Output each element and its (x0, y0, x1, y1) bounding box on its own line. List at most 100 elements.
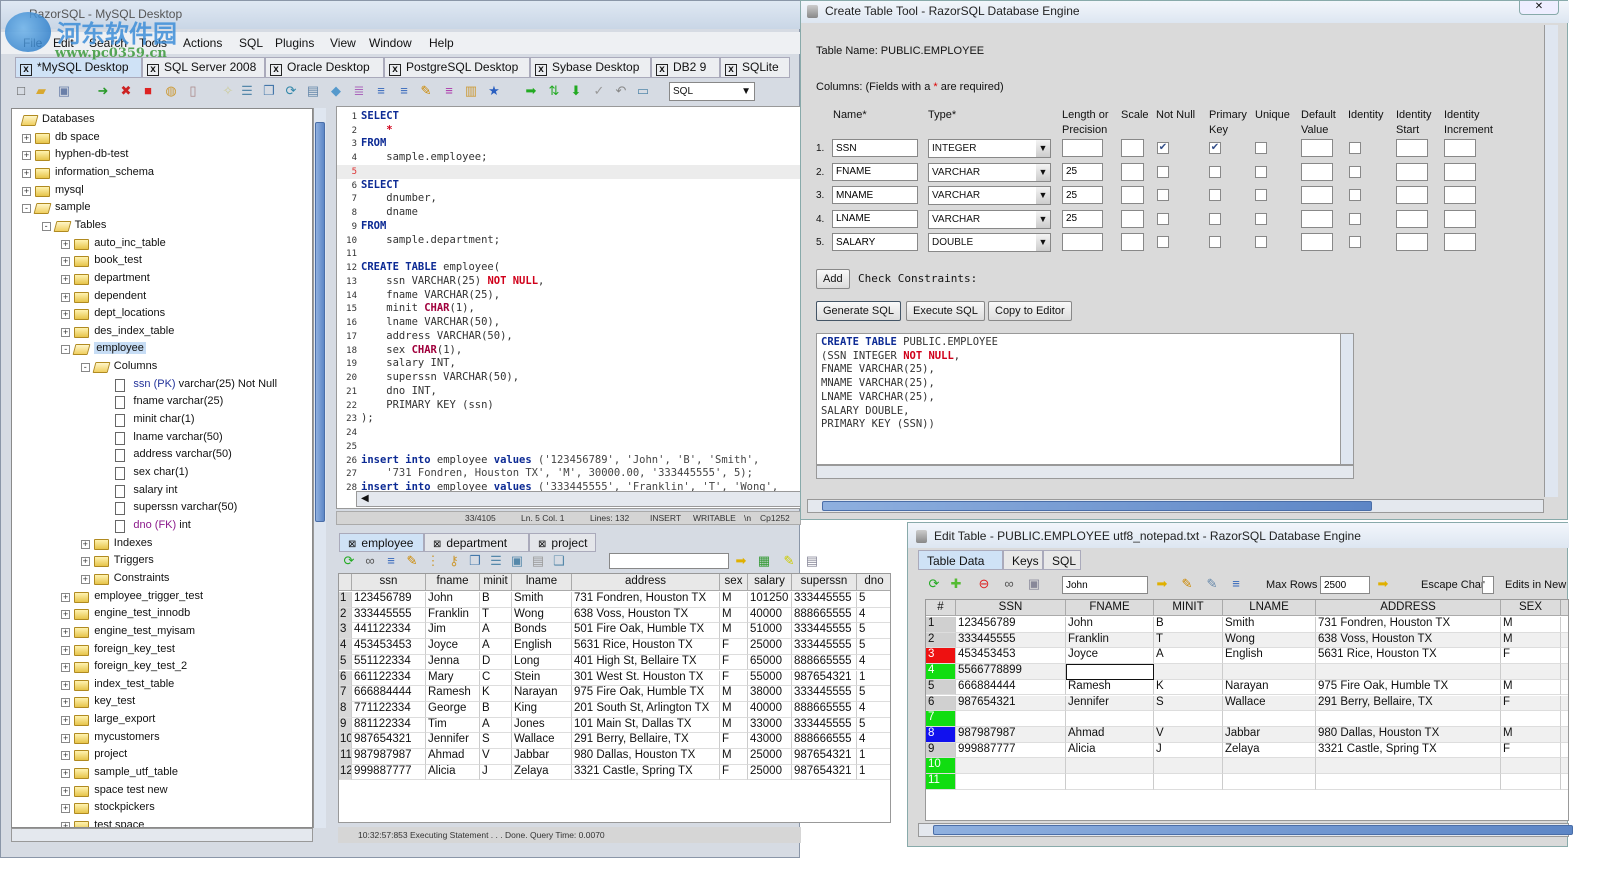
row-marker-new[interactable]: 4 (926, 664, 956, 680)
close-icon[interactable]: ✕ (1519, 1, 1559, 15)
code-line[interactable]: 27 '731 Fondren, Houston TX', 'M', 30000… (337, 467, 800, 481)
table-cell[interactable]: Smith (512, 592, 572, 608)
expand-icon[interactable]: + (61, 751, 71, 761)
tree-item[interactable]: + key_test (12, 694, 312, 711)
table-cell[interactable] (1501, 774, 1561, 790)
row-number[interactable]: 1 (339, 592, 352, 608)
close-tab-icon[interactable]: x (535, 64, 547, 76)
delete-row-icon[interactable]: ⊖ (976, 576, 992, 592)
code-line[interactable]: 12 CREATE TABLE employee( (337, 261, 800, 275)
tree-item[interactable]: + Constraints (12, 571, 312, 588)
tree-item[interactable]: - Tables (12, 218, 312, 235)
table-cell[interactable]: 25000 (748, 749, 792, 765)
align-icon[interactable]: ≡ (373, 83, 389, 99)
tree-item[interactable]: + Triggers (12, 553, 312, 570)
scale-input[interactable] (1121, 139, 1144, 157)
table-cell[interactable]: 3321 Castle, Spring TX (572, 764, 720, 781)
table-cell[interactable]: Wong (512, 607, 572, 624)
not-null-checkbox[interactable] (1157, 212, 1169, 225)
table-cell[interactable]: 333445555 (792, 686, 857, 702)
tree-item[interactable]: + des_index_table (12, 324, 312, 341)
table-cell[interactable]: Bonds (512, 623, 572, 640)
tree-item[interactable]: + hyphen-db-test (12, 147, 312, 164)
table-cell[interactable]: M (1501, 679, 1561, 696)
identity-start-input[interactable] (1396, 139, 1428, 157)
tree-item[interactable]: dno (FK) int (12, 518, 312, 535)
save-results-icon[interactable]: ▤ (804, 553, 820, 569)
table-cell[interactable]: 40000 (748, 701, 792, 718)
table-cell[interactable]: 4 (857, 608, 890, 624)
identity-checkbox[interactable] (1349, 189, 1361, 201)
table-cell[interactable]: F (720, 764, 748, 781)
column-name-input[interactable] (832, 162, 918, 181)
code-line[interactable]: 6 SELECT (337, 179, 800, 193)
code-line[interactable]: 24 (337, 426, 800, 440)
table-cell[interactable]: K (1154, 679, 1223, 696)
table-cell[interactable]: 5631 Rice, Houston TX (1316, 648, 1501, 665)
table-cell[interactable]: C (480, 670, 512, 687)
identity-checkbox[interactable] (1349, 212, 1361, 225)
table-cell[interactable] (956, 774, 1066, 790)
table-cell[interactable]: M (720, 607, 748, 624)
not-null-checkbox[interactable] (1157, 236, 1169, 248)
expand-icon[interactable]: + (61, 680, 71, 690)
table-cell[interactable]: Ahmad (1066, 726, 1154, 743)
close-tab-icon[interactable]: ⊠ (538, 539, 546, 550)
results-grid[interactable]: ssn fname minit lname address sex salary supers… (338, 573, 891, 823)
table-cell[interactable]: F (1501, 695, 1561, 712)
tree-vertical-scrollbar[interactable] (313, 108, 326, 828)
table-cell[interactable]: 5566778899 (956, 664, 1066, 680)
execute-sql-button[interactable]: Execute SQL (906, 301, 985, 321)
column-name-input[interactable] (832, 233, 918, 251)
row-marker-normal[interactable]: 9 (926, 742, 956, 759)
table-cell[interactable] (1561, 774, 1568, 790)
table-cell[interactable]: 25000 (748, 764, 792, 781)
table-cell[interactable]: Franklin (1066, 632, 1154, 649)
chart-icon[interactable]: ▥ (463, 83, 479, 99)
column-header-sex[interactable]: SEX (1501, 600, 1561, 616)
table-cell[interactable] (1561, 742, 1568, 759)
table-cell[interactable] (1066, 664, 1154, 680)
code-line[interactable]: 20 superssn VARCHAR(50), (337, 371, 800, 385)
default-value-input[interactable] (1301, 233, 1333, 251)
table-cell[interactable]: Jabbar (1223, 726, 1316, 743)
scroll-thumb[interactable] (822, 501, 1372, 511)
column-header-sex[interactable]: sex (720, 574, 748, 591)
table-cell[interactable]: 888665555 (792, 701, 857, 718)
table-cell[interactable]: F (720, 639, 748, 655)
identity-increment-input[interactable] (1444, 209, 1476, 228)
table-cell[interactable] (1316, 758, 1501, 774)
menu-plugins[interactable]: Plugins (275, 36, 314, 50)
table-cell[interactable]: Narayan (1223, 679, 1316, 696)
code-line[interactable]: 14 fname VARCHAR(25), (337, 289, 800, 303)
table-cell[interactable]: King (512, 701, 572, 718)
table-cell[interactable]: 5 (857, 592, 890, 608)
scale-input[interactable] (1121, 233, 1144, 251)
table-cell[interactable]: 101 Main St, Dallas TX (572, 717, 720, 734)
find-icon[interactable]: ∞ (362, 553, 378, 569)
table-cell[interactable]: 771122334 (352, 701, 426, 718)
primary-key-checkbox[interactable] (1209, 236, 1221, 248)
tree-item[interactable]: + auto_inc_table (12, 236, 312, 253)
column-header-address[interactable]: ADDRESS (1316, 600, 1501, 616)
table-cell[interactable]: 441122334 (352, 623, 426, 640)
code-line[interactable]: 16 lname VARCHAR(50), (337, 316, 800, 330)
expand-icon[interactable]: + (61, 610, 71, 620)
go-arrow-2-icon[interactable]: ➡ (1375, 576, 1391, 592)
row-marker-edited[interactable]: 8 (926, 726, 956, 743)
length-input[interactable] (1062, 209, 1103, 228)
table-cell[interactable]: Alicia (426, 764, 480, 781)
scale-input[interactable] (1121, 209, 1144, 228)
column-type-select[interactable]: VARCHAR ▼ (928, 162, 1051, 182)
collapse-icon[interactable]: - (61, 345, 71, 355)
code-line[interactable]: 21 dno INT, (337, 385, 800, 399)
table-cell[interactable]: 1 (857, 671, 890, 687)
filter-icon[interactable]: ≡ (1228, 576, 1244, 592)
row-number[interactable]: 3 (339, 623, 352, 640)
table-cell[interactable] (1223, 774, 1316, 790)
table-cell[interactable]: 333445555 (792, 717, 857, 734)
tree-item[interactable]: sex char(1) (12, 465, 312, 482)
database-tree[interactable]: Databases + db space + hyphen-db-test + inform… (11, 108, 313, 828)
close-tab-icon[interactable]: ⊠ (348, 539, 356, 550)
edit-icon[interactable]: ✎ (404, 553, 420, 569)
